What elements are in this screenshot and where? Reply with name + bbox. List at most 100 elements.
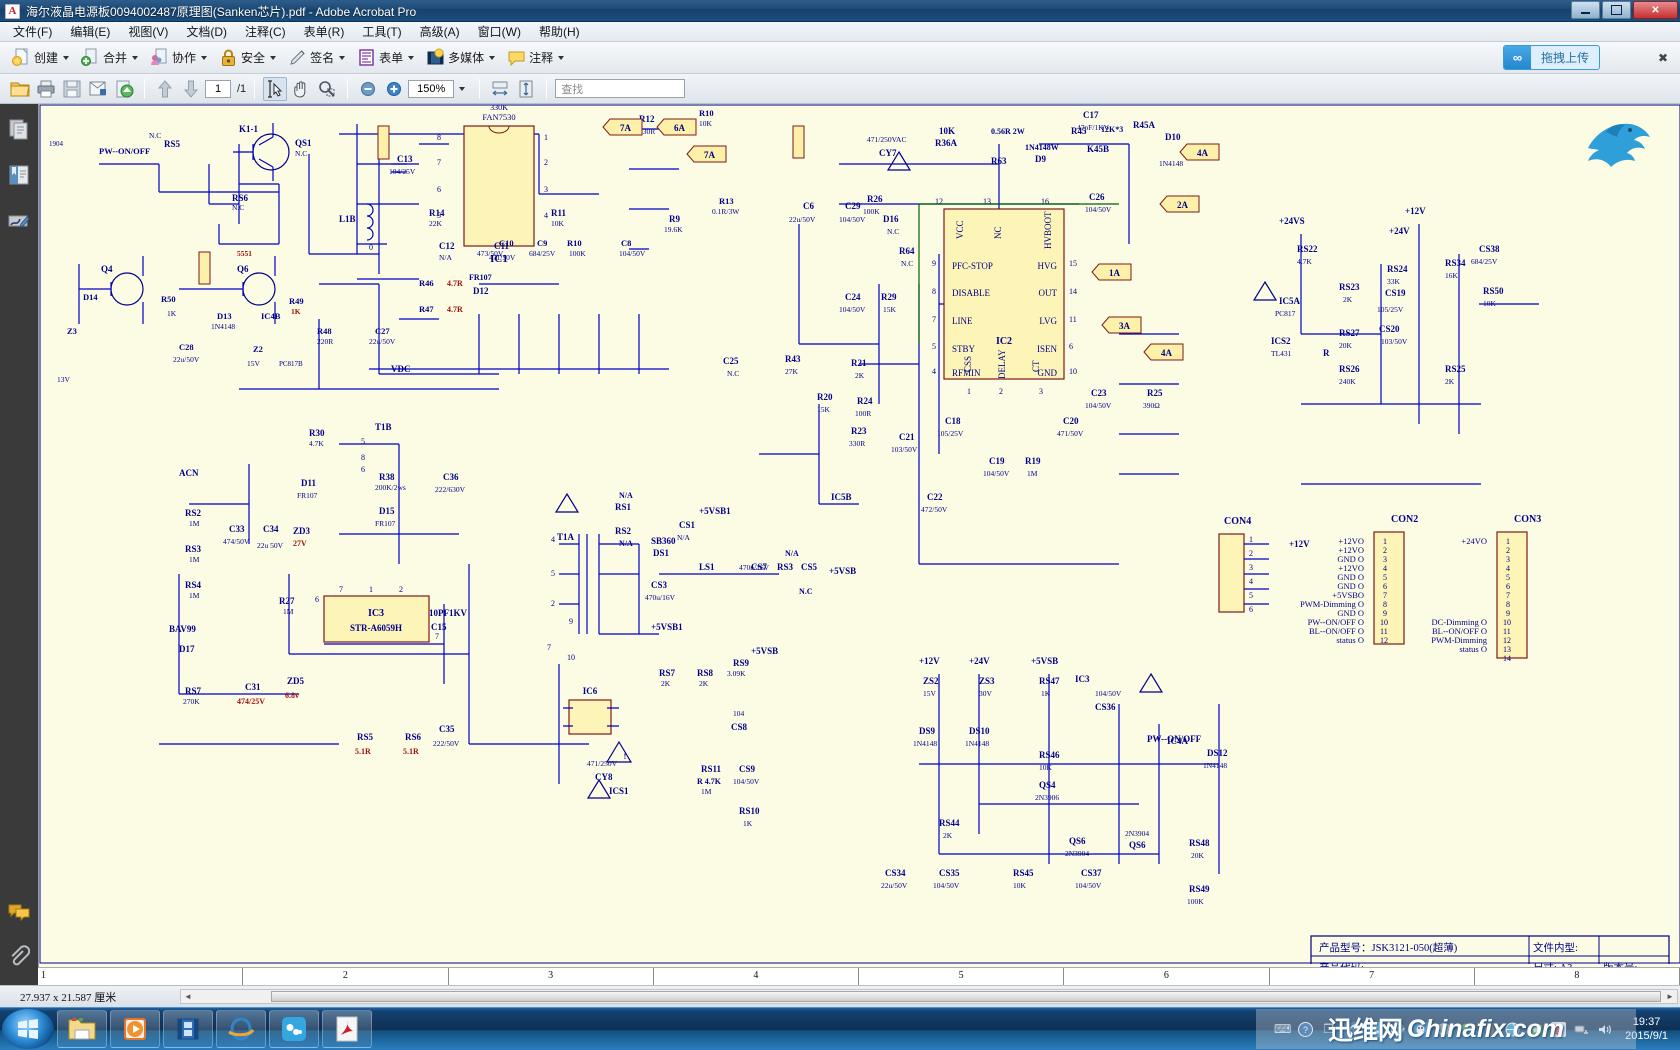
menu-window[interactable]: 窗口(W) <box>469 21 530 42</box>
forms-button[interactable]: 表单 <box>351 46 420 69</box>
svg-text:9: 9 <box>569 617 573 626</box>
scrollbar-thumb[interactable] <box>271 991 1661 1002</box>
svg-text:2: 2 <box>1249 549 1253 558</box>
menu-edit[interactable]: 编辑(E) <box>61 21 119 42</box>
movie-maker-icon[interactable] <box>163 1010 213 1048</box>
chevron-down-icon[interactable] <box>339 55 346 60</box>
next-page-icon[interactable] <box>179 77 203 101</box>
find-input[interactable]: 查找 <box>555 79 686 98</box>
previous-page-icon[interactable] <box>153 77 177 101</box>
page-dimensions-label: 27.937 x 21.587 厘米 <box>20 991 117 1004</box>
collaborate-button[interactable]: 协作 <box>144 46 213 69</box>
combine-files-button[interactable]: 合并 <box>75 46 144 69</box>
svg-text:RS49: RS49 <box>1189 884 1210 894</box>
svg-text:14: 14 <box>1503 654 1511 663</box>
zoom-level-input[interactable]: 150% <box>408 79 455 98</box>
zoom-out-icon[interactable] <box>356 77 380 101</box>
svg-text:PC817B: PC817B <box>279 360 303 368</box>
pages-panel-icon[interactable] <box>8 118 30 140</box>
page-number-input[interactable]: 1 <box>205 79 231 98</box>
svg-text:473/50V: 473/50V <box>477 249 504 258</box>
svg-text:+24V: +24V <box>1389 226 1410 236</box>
svg-text:684/25V: 684/25V <box>1471 257 1498 266</box>
comment-label: 注释 <box>529 51 554 65</box>
document-view[interactable]: IC1 FAN7530 330K 87 65 12 34 QS1 N.C K1-… <box>38 104 1680 985</box>
menu-forms[interactable]: 表单(R) <box>295 21 354 42</box>
email-icon[interactable] <box>86 77 110 101</box>
svg-text:RS44: RS44 <box>939 818 960 828</box>
svg-text:240K: 240K <box>1339 377 1356 386</box>
adobe-reader-icon[interactable] <box>322 1010 372 1048</box>
chevron-down-icon[interactable] <box>408 55 415 60</box>
scroll-left-arrow[interactable]: ◄ <box>181 992 195 1001</box>
fit-page-icon[interactable] <box>514 77 538 101</box>
svg-text:CT: CT <box>1031 360 1041 372</box>
baidu-cloud-icon[interactable] <box>269 1010 319 1048</box>
multimedia-button[interactable]: 多媒体 <box>420 46 501 69</box>
snapshot-icon[interactable] <box>315 77 339 101</box>
svg-text:D11: D11 <box>301 478 317 488</box>
svg-text:104/50V: 104/50V <box>1075 881 1102 890</box>
toolbar-close-icon[interactable]: ✖ <box>1658 51 1668 65</box>
menu-view[interactable]: 视图(V) <box>119 21 177 42</box>
chevron-down-icon[interactable] <box>63 55 70 60</box>
svg-text:RS8: RS8 <box>697 668 714 678</box>
security-button[interactable]: 安全 <box>213 46 282 69</box>
close-button[interactable]: ✕ <box>1633 1 1678 19</box>
svg-text:7: 7 <box>547 643 551 652</box>
chevron-down-icon[interactable] <box>459 86 466 91</box>
menu-help[interactable]: 帮助(H) <box>530 21 589 42</box>
menu-advanced[interactable]: 高级(A) <box>411 21 469 42</box>
drag-upload-button[interactable]: ∞ 拖拽上传 <box>1502 45 1600 70</box>
svg-text:R49: R49 <box>289 296 304 306</box>
bookmarks-panel-icon[interactable] <box>8 164 30 186</box>
zoom-in-icon[interactable] <box>382 77 406 101</box>
svg-text:OUT: OUT <box>1039 288 1058 298</box>
attachments-panel-icon[interactable] <box>8 945 31 967</box>
menu-file[interactable]: 文件(F) <box>4 21 61 42</box>
svg-text:14: 14 <box>1069 287 1077 296</box>
fit-width-icon[interactable] <box>488 77 512 101</box>
chevron-down-icon[interactable] <box>201 55 208 60</box>
upload-web-icon[interactable] <box>112 77 136 101</box>
svg-text:22K: 22K <box>429 219 443 228</box>
ruler-mark-3: 3 <box>449 968 654 985</box>
print-icon[interactable] <box>34 77 58 101</box>
scroll-right-arrow[interactable]: ► <box>1663 992 1677 1001</box>
chevron-down-icon[interactable] <box>270 55 277 60</box>
chevron-down-icon[interactable] <box>489 55 496 60</box>
svg-text:27V: 27V <box>293 539 307 548</box>
svg-text:N/A: N/A <box>677 533 691 542</box>
open-folder-icon[interactable] <box>8 77 32 101</box>
signatures-panel-icon[interactable] <box>8 210 30 232</box>
svg-text:R10: R10 <box>567 238 582 248</box>
hand-tool-icon[interactable] <box>289 77 313 101</box>
windows-start-orb[interactable] <box>2 1009 54 1049</box>
menu-document[interactable]: 文档(D) <box>177 21 236 42</box>
chevron-down-icon[interactable] <box>132 55 139 60</box>
media-player-icon[interactable] <box>110 1010 160 1048</box>
menu-comment[interactable]: 注释(C) <box>236 21 295 42</box>
internet-explorer-icon[interactable] <box>216 1010 266 1048</box>
menu-tools[interactable]: 工具(T) <box>353 21 410 42</box>
comment-button[interactable]: 注释 <box>501 46 570 69</box>
maximize-button[interactable] <box>1602 1 1631 19</box>
con4-body <box>1218 533 1245 613</box>
svg-text:104/50V: 104/50V <box>839 215 866 224</box>
svg-text:QS1: QS1 <box>295 138 312 148</box>
svg-text:6: 6 <box>437 185 441 194</box>
explorer-icon[interactable] <box>57 1010 107 1048</box>
horizontal-scrollbar[interactable]: ◄ ► <box>180 989 1678 1004</box>
svg-text:10: 10 <box>1069 367 1077 376</box>
comments-panel-icon[interactable] <box>8 901 30 923</box>
sign-button[interactable]: 签名 <box>282 46 351 69</box>
create-pdf-button[interactable]: 创建 <box>6 46 75 69</box>
svg-text:C24: C24 <box>845 292 861 302</box>
pdf-page[interactable]: IC1 FAN7530 330K 87 65 12 34 QS1 N.C K1-… <box>38 104 1680 967</box>
minimize-button[interactable] <box>1571 1 1600 19</box>
svg-text:9: 9 <box>1506 609 1510 618</box>
svg-text:100K: 100K <box>569 249 586 258</box>
chevron-down-icon[interactable] <box>558 55 565 60</box>
save-icon[interactable] <box>60 77 84 101</box>
select-text-icon[interactable] <box>263 76 288 101</box>
